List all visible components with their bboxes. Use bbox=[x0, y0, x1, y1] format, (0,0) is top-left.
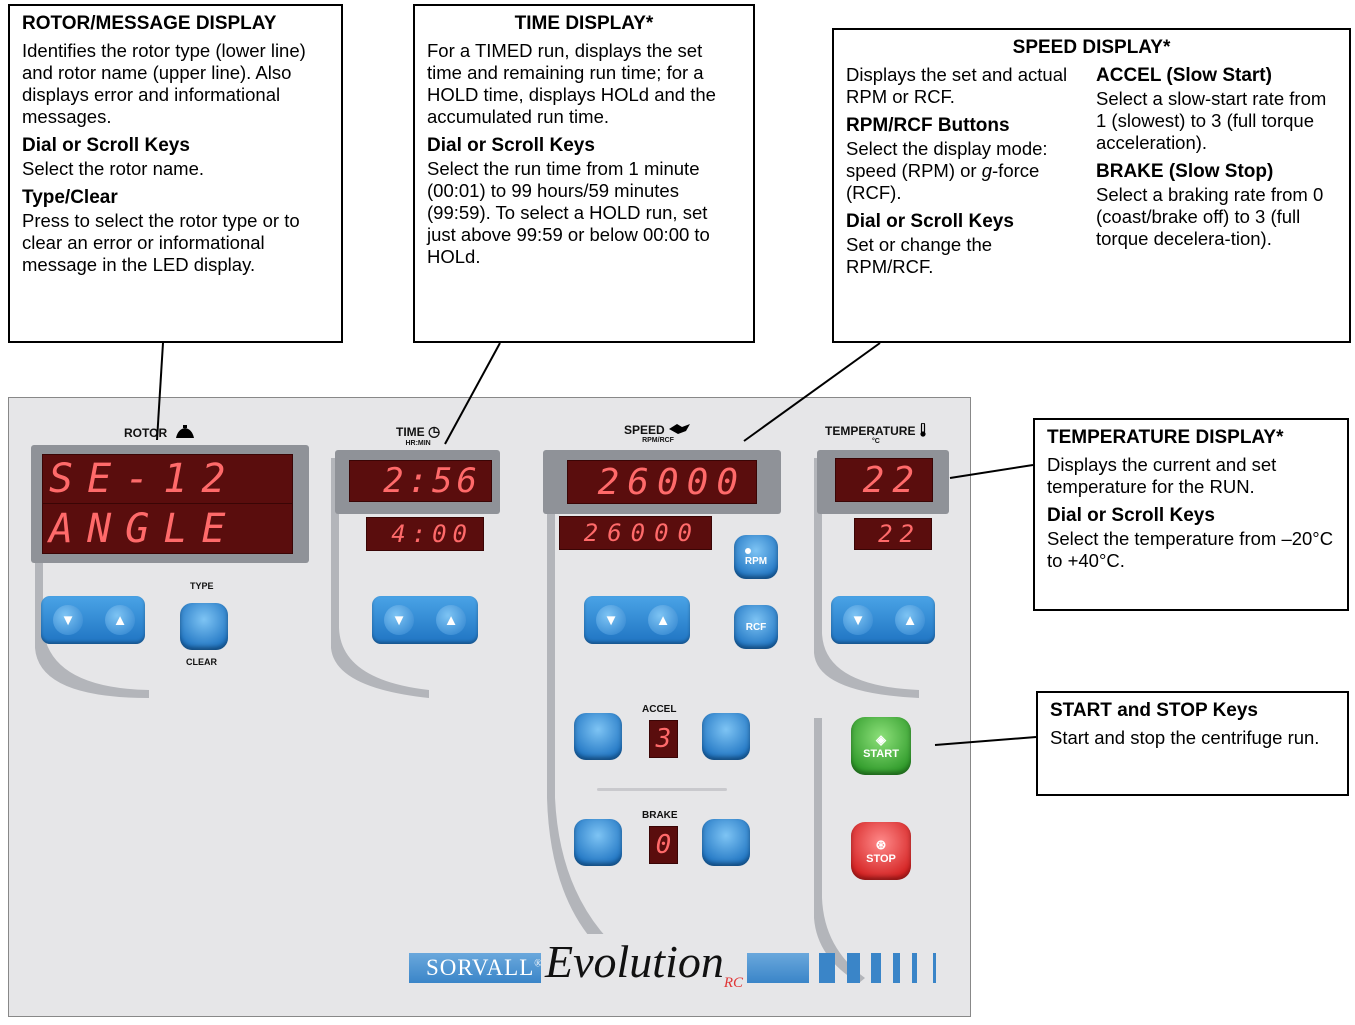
rotor-label: ROTOR bbox=[124, 425, 196, 440]
callout-heading: ACCEL (Slow Start) bbox=[1096, 65, 1272, 86]
start-button[interactable]: ◈ START bbox=[851, 717, 911, 775]
up-arrow-icon: ▲ bbox=[443, 611, 459, 629]
up-arrow-icon: ▲ bbox=[655, 611, 671, 629]
callout-heading: BRAKE (Slow Stop) bbox=[1096, 161, 1274, 182]
callout-title: START and STOP Keys bbox=[1050, 700, 1258, 721]
speed-set-display: 26000 bbox=[559, 516, 712, 550]
callout-title: TIME DISPLAY* bbox=[514, 13, 654, 34]
brand-stripe bbox=[912, 953, 917, 983]
down-arrow-icon: ▼ bbox=[603, 611, 619, 629]
speed-up-button[interactable]: ▲ bbox=[648, 605, 678, 635]
time-up-button[interactable]: ▲ bbox=[436, 605, 466, 635]
speed-actual-display: 26000 bbox=[567, 460, 757, 504]
rotor-callout: ROTOR/MESSAGE DISPLAY Identifies the rot… bbox=[8, 4, 343, 343]
accel-up-button[interactable] bbox=[702, 713, 750, 760]
rotor-type-display: ANGLE bbox=[42, 504, 293, 554]
callout-text: Press to select the rotor type or to cle… bbox=[22, 210, 300, 275]
callout-text: For a TIMED run, displays the set time a… bbox=[427, 40, 716, 127]
clear-label: CLEAR bbox=[186, 657, 217, 667]
speed-scroll-keys: ▼ ▲ bbox=[584, 596, 690, 644]
callout-text: Select the rotor name. bbox=[22, 158, 205, 179]
indicator-light-icon bbox=[745, 547, 751, 554]
callout-text: Identifies the rotor type (lower line) a… bbox=[22, 40, 306, 127]
down-arrow-icon: ▼ bbox=[850, 611, 866, 629]
callout-text: Select a braking rate from 0 (coast/brak… bbox=[1096, 184, 1324, 249]
callout-text: Select the run time from 1 minute (00:01… bbox=[427, 158, 710, 267]
stop-button[interactable]: ⊛ STOP bbox=[851, 822, 911, 880]
time-scroll-keys: ▼ ▲ bbox=[372, 596, 478, 644]
time-down-button[interactable]: ▼ bbox=[384, 605, 414, 635]
callout-text: Select the temperature from –20°C to +40… bbox=[1047, 528, 1334, 571]
rotor-up-button[interactable]: ▲ bbox=[105, 605, 135, 635]
brake-label: BRAKE bbox=[642, 810, 678, 821]
brand-stripe bbox=[933, 953, 936, 983]
brand-evolution: EvolutionRC bbox=[541, 934, 748, 1012]
brand-stripe bbox=[893, 953, 900, 983]
rpm-label: RPM bbox=[744, 555, 768, 567]
temperature-label: TEMPERATURE °C bbox=[825, 422, 927, 445]
start-icon: ◈ bbox=[876, 732, 886, 747]
callout-text: Displays the set and actual RPM or RCF. bbox=[846, 64, 1068, 107]
speed-icon bbox=[669, 424, 691, 434]
speed-callout: SPEED DISPLAY* Displays the set and actu… bbox=[832, 28, 1351, 343]
callout-heading: Dial or Scroll Keys bbox=[846, 211, 1014, 232]
callout-text: Select a slow-start rate from 1 (slowest… bbox=[1096, 88, 1327, 153]
rpm-button[interactable]: RPM bbox=[734, 535, 778, 579]
callout-heading: Dial or Scroll Keys bbox=[22, 135, 190, 156]
brake-display: 0 bbox=[649, 826, 678, 864]
stop-label: STOP bbox=[866, 853, 896, 865]
temperature-actual-display: 22 bbox=[835, 458, 933, 502]
callout-title: TEMPERATURE DISPLAY* bbox=[1047, 427, 1284, 448]
brand-stripe bbox=[847, 953, 860, 983]
stop-icon: ⊛ bbox=[875, 837, 887, 852]
clock-icon: ◷ bbox=[428, 423, 441, 439]
type-label: TYPE bbox=[190, 581, 214, 591]
callout-text: Select the display mode: speed (RPM) or … bbox=[846, 138, 1048, 203]
up-arrow-icon: ▲ bbox=[902, 611, 918, 629]
down-arrow-icon: ▼ bbox=[60, 611, 76, 629]
up-arrow-icon: ▲ bbox=[112, 611, 128, 629]
thermometer-icon bbox=[920, 422, 926, 437]
down-arrow-icon: ▼ bbox=[391, 611, 407, 629]
callout-heading: Dial or Scroll Keys bbox=[1047, 505, 1215, 526]
time-actual-display: 2:56 bbox=[349, 460, 492, 502]
accel-display: 3 bbox=[649, 720, 678, 758]
rotor-icon bbox=[176, 425, 195, 438]
rotor-down-button[interactable]: ▼ bbox=[53, 605, 83, 635]
callout-text: Displays the current and set temperature… bbox=[1047, 454, 1277, 497]
control-panel: ROTOR SE-12 ANGLE ▼ ▲ TYPE CLEAR TIME ◷ … bbox=[8, 397, 971, 1017]
type-clear-button[interactable] bbox=[180, 603, 228, 650]
accel-down-button[interactable] bbox=[574, 713, 622, 760]
temperature-callout: TEMPERATURE DISPLAY* Displays the curren… bbox=[1033, 418, 1349, 611]
callout-text: Set or change the RPM/RCF. bbox=[846, 234, 993, 277]
callout-heading: Dial or Scroll Keys bbox=[427, 135, 595, 156]
callout-heading: RPM/RCF Buttons bbox=[846, 115, 1010, 136]
brake-up-button[interactable] bbox=[702, 819, 750, 866]
rotor-name-display: SE-12 bbox=[42, 454, 293, 504]
rotor-scroll-keys: ▼ ▲ bbox=[41, 596, 145, 644]
speed-down-button[interactable]: ▼ bbox=[596, 605, 626, 635]
time-callout: TIME DISPLAY* For a TIMED run, displays … bbox=[413, 4, 755, 343]
time-set-display: 4:00 bbox=[366, 517, 484, 551]
callout-text: Start and stop the centrifuge run. bbox=[1050, 727, 1320, 748]
callout-title: SPEED DISPLAY* bbox=[1012, 37, 1171, 58]
temperature-scroll-keys: ▼ ▲ bbox=[831, 596, 935, 644]
brake-down-button[interactable] bbox=[574, 819, 622, 866]
speed-label: SPEED RPM/RCF bbox=[624, 423, 692, 444]
brand-sorvall: SORVALL® bbox=[426, 955, 543, 980]
startstop-callout: START and STOP Keys Start and stop the c… bbox=[1036, 691, 1349, 796]
start-label: START bbox=[863, 748, 899, 760]
temperature-down-button[interactable]: ▼ bbox=[843, 605, 873, 635]
temperature-set-display: 22 bbox=[854, 518, 932, 550]
accel-label: ACCEL bbox=[642, 704, 677, 715]
rcf-label: RCF bbox=[745, 621, 767, 633]
temperature-up-button[interactable]: ▲ bbox=[895, 605, 925, 635]
callout-title: ROTOR/MESSAGE DISPLAY bbox=[22, 13, 277, 34]
accel-brake-divider bbox=[597, 788, 727, 791]
rcf-button[interactable]: RCF bbox=[734, 605, 778, 649]
brand-stripe bbox=[871, 953, 881, 983]
callout-heading: Type/Clear bbox=[22, 187, 118, 208]
time-label: TIME ◷ HR:MIN bbox=[396, 423, 441, 447]
brand-stripe bbox=[819, 953, 835, 983]
